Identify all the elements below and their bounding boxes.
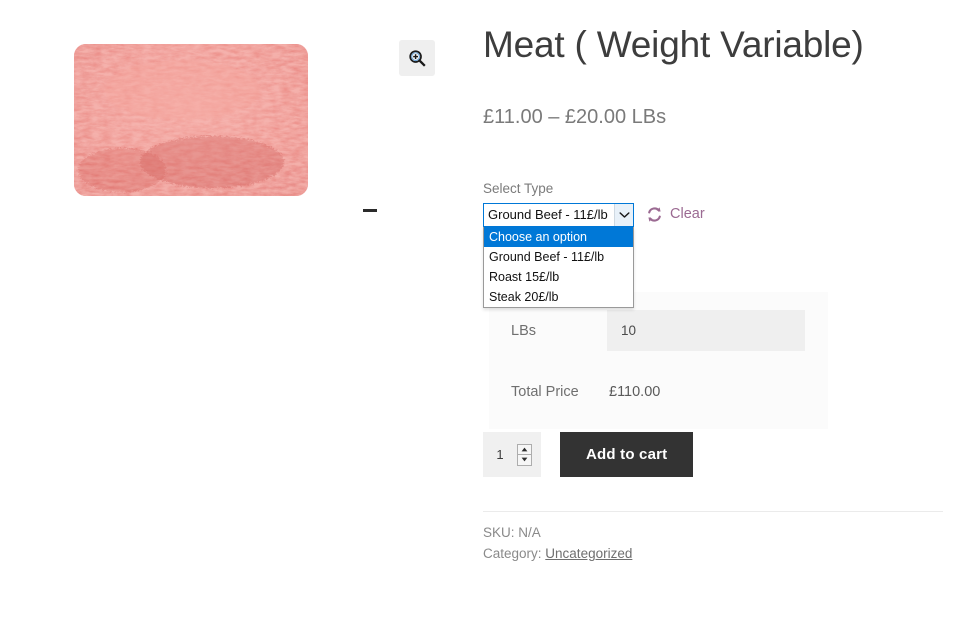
product-image[interactable] bbox=[62, 30, 320, 210]
meta-divider bbox=[483, 511, 943, 512]
image-scale-marker bbox=[363, 209, 377, 212]
clear-label: Clear bbox=[670, 206, 705, 222]
add-to-cart-button[interactable]: Add to cart bbox=[560, 432, 694, 477]
quantity-spinner[interactable] bbox=[517, 443, 532, 466]
variations-form: Select Type Ground Beef - 11£/lb Choose … bbox=[483, 181, 828, 308]
category-link[interactable]: Uncategorized bbox=[545, 546, 632, 561]
select-type-input[interactable]: Ground Beef - 11£/lb bbox=[483, 202, 634, 227]
product-meta: SKU: N/A Category: Uncategorized bbox=[483, 522, 632, 564]
product-gallery bbox=[62, 22, 435, 222]
page-title: Meat ( Weight Variable) bbox=[483, 24, 864, 65]
sku-value: N/A bbox=[518, 525, 541, 540]
dropdown-option-2[interactable]: Roast 15£/lb bbox=[484, 267, 633, 287]
chevron-down-icon[interactable] bbox=[614, 203, 633, 226]
select-type-row: Ground Beef - 11£/lb Choose an option Gr… bbox=[483, 202, 828, 308]
total-price-value: £110.00 bbox=[609, 384, 661, 400]
magnifier-plus-icon[interactable] bbox=[399, 40, 435, 76]
dropdown-option-3[interactable]: Steak 20£/lb bbox=[484, 287, 633, 307]
caret-down-icon[interactable] bbox=[518, 455, 531, 465]
table-row: LBs bbox=[489, 310, 828, 351]
sku-label: SKU: bbox=[483, 525, 515, 540]
quantity-stepper[interactable] bbox=[483, 432, 541, 477]
category-row: Category: Uncategorized bbox=[483, 543, 632, 564]
quantity-input[interactable] bbox=[483, 433, 517, 476]
product-price-range: £11.00 – £20.00 LBs bbox=[483, 106, 667, 128]
add-to-cart-row: Add to cart bbox=[483, 432, 694, 477]
select-type-dropdown[interactable]: Choose an option Ground Beef - 11£/lb Ro… bbox=[483, 226, 634, 308]
dropdown-option-1[interactable]: Ground Beef - 11£/lb bbox=[484, 247, 633, 267]
table-row: Total Price £110.00 bbox=[489, 373, 828, 411]
dropdown-option-0[interactable]: Choose an option bbox=[484, 226, 633, 247]
select-type-label: Select Type bbox=[483, 181, 554, 196]
weight-price-table: LBs Total Price £110.00 bbox=[489, 292, 828, 429]
product-page: Meat ( Weight Variable) £11.00 – £20.00 … bbox=[0, 0, 963, 620]
lbs-label: LBs bbox=[511, 322, 536, 339]
total-price-label: Total Price bbox=[511, 384, 579, 400]
select-type-value: Ground Beef - 11£/lb bbox=[488, 207, 608, 222]
clear-variations-link[interactable]: Clear bbox=[646, 206, 705, 223]
sku-row: SKU: N/A bbox=[483, 522, 632, 543]
product-summary: Meat ( Weight Variable) £11.00 – £20.00 … bbox=[483, 0, 943, 620]
category-label: Category: bbox=[483, 546, 542, 561]
lbs-input[interactable] bbox=[607, 310, 805, 351]
refresh-icon bbox=[646, 206, 663, 223]
caret-up-icon[interactable] bbox=[518, 445, 531, 455]
